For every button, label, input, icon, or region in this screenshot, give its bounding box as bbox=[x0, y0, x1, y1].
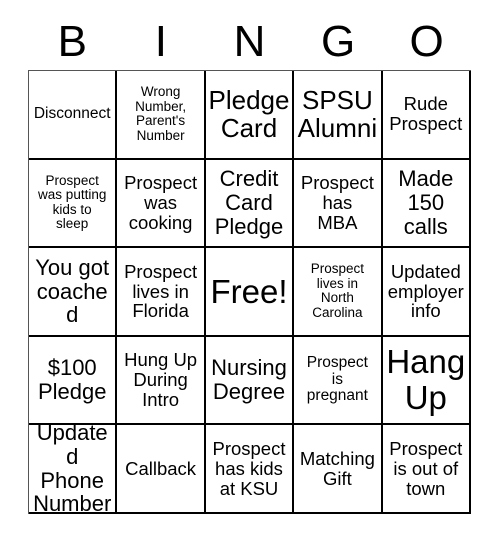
bingo-cell-r3-c5[interactable]: Updated employer info bbox=[382, 248, 471, 337]
bingo-cell-label: Prospect has kids at KSU bbox=[212, 437, 286, 499]
bingo-cell-label: Prospect was cooking bbox=[124, 171, 198, 233]
bingo-cell-r5-c4[interactable]: Matching Gift bbox=[294, 425, 383, 514]
header-letter-g: G bbox=[320, 17, 356, 66]
bingo-cell-r2-c5[interactable]: Made 150 calls bbox=[382, 159, 471, 249]
bingo-cell-r1-c4[interactable]: SPSU Alumni bbox=[294, 71, 383, 160]
bingo-cell-label: Pledge Card bbox=[208, 85, 290, 144]
header-letter-i: I bbox=[154, 17, 167, 66]
bingo-cell-r5-c5[interactable]: Prospect is out of town bbox=[382, 425, 471, 514]
bingo-cell-r1-c1[interactable]: Disconnect bbox=[29, 71, 118, 160]
bingo-cell-label: Disconnect bbox=[33, 104, 111, 122]
bingo-cell-label: You got coached bbox=[35, 254, 110, 328]
bingo-cell-label: Prospect has MBA bbox=[300, 171, 374, 233]
bingo-cell-r3-c1[interactable]: You got coached bbox=[29, 248, 118, 337]
bingo-cell-label: Prospect lives in Florida bbox=[124, 260, 198, 322]
bingo-cell-r1-c5[interactable]: Rude Prospect bbox=[382, 71, 471, 160]
bingo-cell-label: Hung Up During Intro bbox=[124, 349, 198, 411]
bingo-cell-label: Updated Phone Number bbox=[33, 425, 112, 514]
bingo-cell-label: Prospect is out of town bbox=[389, 437, 463, 499]
bingo-cell-r2-c1[interactable]: Prospect was putting kids to sleep bbox=[29, 159, 118, 249]
bingo-header-row: B I N G O bbox=[28, 14, 471, 70]
bingo-cell-r4-c5[interactable]: Hang Up bbox=[382, 336, 471, 426]
bingo-cell-r5-c1[interactable]: Updated Phone Number bbox=[29, 425, 118, 514]
bingo-cell-r4-c4[interactable]: Prospect is pregnant bbox=[294, 336, 383, 426]
bingo-cell-r2-c4[interactable]: Prospect has MBA bbox=[294, 159, 383, 249]
bingo-cell-label: Updated employer info bbox=[387, 260, 464, 322]
bingo-cell-r5-c2[interactable]: Callback bbox=[117, 425, 206, 514]
bingo-cell-r2-c3[interactable]: Credit Card Pledge bbox=[205, 159, 295, 249]
bingo-cell-label: Matching Gift bbox=[299, 447, 375, 489]
bingo-cell-r3-c2[interactable]: Prospect lives in Florida bbox=[117, 248, 206, 337]
bingo-cell-r3-c3[interactable]: Free! bbox=[205, 248, 295, 337]
header-letter-b: B bbox=[57, 17, 87, 66]
bingo-cell-label: Credit Card Pledge bbox=[214, 166, 284, 239]
bingo-card: B I N G O Disconnect Wrong Number, Parent… bbox=[0, 0, 500, 544]
bingo-cell-label: SPSU Alumni bbox=[297, 85, 378, 144]
bingo-cell-r3-c4[interactable]: Prospect lives in North Carolina bbox=[294, 248, 383, 337]
bingo-cell-label: Callback bbox=[125, 457, 197, 479]
bingo-cell-label: Prospect lives in North Carolina bbox=[310, 261, 365, 321]
bingo-cell-label: Prospect was putting kids to sleep bbox=[38, 172, 107, 232]
bingo-cell-r4-c2[interactable]: Hung Up During Intro bbox=[117, 336, 206, 426]
bingo-cell-r2-c2[interactable]: Prospect was cooking bbox=[117, 159, 206, 249]
bingo-cell-label: Rude Prospect bbox=[389, 93, 463, 135]
bingo-cell-label: Hang Up bbox=[386, 343, 466, 417]
bingo-cell-label: Wrong Number, Parent's Number bbox=[135, 84, 187, 143]
bingo-cell-label: Made 150 calls bbox=[398, 166, 454, 239]
header-letter-o: O bbox=[409, 17, 444, 66]
bingo-cell-r5-c3[interactable]: Prospect has kids at KSU bbox=[205, 425, 295, 514]
bingo-cell-r1-c3[interactable]: Pledge Card bbox=[205, 71, 295, 160]
bingo-cell-label: $100 Pledge bbox=[37, 355, 107, 405]
bingo-cell-label: Nursing Degree bbox=[211, 355, 287, 405]
bingo-cell-r4-c1[interactable]: $100 Pledge bbox=[29, 336, 118, 426]
bingo-cell-r1-c2[interactable]: Wrong Number, Parent's Number bbox=[117, 71, 206, 160]
bingo-cell-label: Prospect is pregnant bbox=[306, 353, 368, 405]
bingo-grid: Disconnect Wrong Number, Parent's Number P… bbox=[28, 70, 471, 514]
bingo-cell-r4-c3[interactable]: Nursing Degree bbox=[205, 336, 295, 426]
header-letter-n: N bbox=[233, 17, 266, 66]
bingo-cell-label: Free! bbox=[210, 272, 288, 310]
